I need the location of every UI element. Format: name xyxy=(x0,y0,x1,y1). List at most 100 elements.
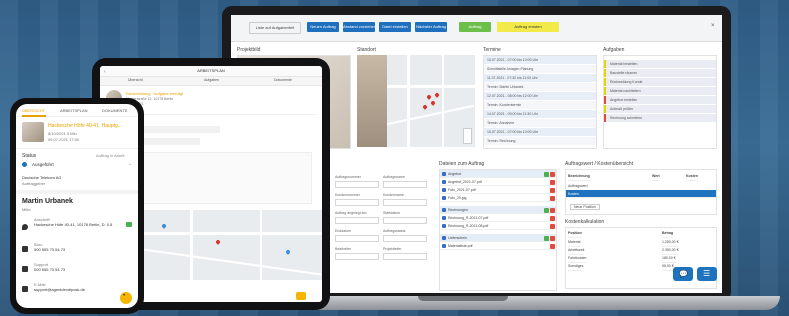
tab-documents[interactable]: DOKUMENTE xyxy=(102,108,128,113)
view-menu[interactable]: Liste auf Aufgabenfelt xyxy=(249,22,301,34)
chat-icon: 💬 xyxy=(679,271,688,278)
divider xyxy=(16,148,138,149)
tab-workplan[interactable]: ARBEITSPLAN xyxy=(60,108,88,113)
appointments-title: Termine xyxy=(483,47,501,53)
list-item[interactable]: Baustelle räumen xyxy=(604,69,716,78)
status-value[interactable]: Ausgeführt xyxy=(32,162,54,167)
create-file-button[interactable]: Datei erstellen xyxy=(379,22,411,32)
appointments-list: 10.07.2021 - 07:00 bis 10:00 Uhr Schnitt… xyxy=(483,55,597,149)
job-thumbnail xyxy=(22,122,44,142)
file-row[interactable]: Foto_20.jpg xyxy=(440,194,556,202)
order-name-field[interactable] xyxy=(383,181,427,188)
location-map[interactable] xyxy=(357,55,475,147)
costs-title: Kostenkalkulation xyxy=(565,219,605,225)
file-row[interactable]: Materialliste.pdf xyxy=(440,242,556,250)
mobile-icon xyxy=(22,266,28,272)
list-item[interactable]: 15.07.2021 - 07:00 bis 10:00 Uhr xyxy=(484,128,596,137)
folder-row[interactable]: Rechnungen xyxy=(440,206,556,214)
address-value[interactable]: Hackesche Höfe 40-41, 10178 Berlin, D. 0… xyxy=(34,222,124,227)
list-icon: ☰ xyxy=(703,269,711,278)
active-tab-indicator xyxy=(22,115,46,117)
list-item[interactable]: Termin: Martin Urbanek xyxy=(484,83,596,92)
folder-row[interactable]: Angebot xyxy=(440,170,556,178)
project-lead-field[interactable] xyxy=(383,253,427,260)
map-pin-icon xyxy=(215,239,221,245)
chat-button[interactable]: 💬 xyxy=(673,267,693,281)
add-position-button[interactable]: Neue Position xyxy=(570,204,600,210)
next-order-button[interactable]: Nächster Auftrag xyxy=(415,22,447,32)
list-item[interactable]: 10.07.2021 - 07:00 bis 10:00 Uhr xyxy=(484,56,596,65)
list-item[interactable]: 14.07.2021 - 09:00 bis 11:30 Uhr xyxy=(484,110,596,119)
job-date: 09.07.2021 17:00 xyxy=(48,137,80,142)
tab-tasks[interactable]: Aufgaben xyxy=(204,78,219,82)
list-item[interactable]: 11.07.2021 - 07:30 bis 11:00 Uhr xyxy=(484,74,596,83)
status-link[interactable]: Auftrag in Arbeit xyxy=(96,153,124,158)
editor-field[interactable] xyxy=(335,253,379,260)
order-dropdown[interactable]: Auftrag ernsten xyxy=(497,22,559,32)
phone-device: ÜBERSICHT ARBEITSPLAN DOKUMENTE Hackesch… xyxy=(10,98,144,314)
job-title: Hackesche Höfe 40-41, Hauptg... xyxy=(48,123,122,129)
support-value[interactable]: 000 555 73 54 73 xyxy=(34,267,65,272)
file-row[interactable]: Rechnung_R-2021-07.pdf xyxy=(440,214,556,222)
file-row[interactable]: Foto_2021-07.pdf xyxy=(440,186,556,194)
list-item[interactable]: Rückmeldung Kunde xyxy=(604,78,716,87)
list-item[interactable]: Material bestellen xyxy=(604,60,716,69)
list-button[interactable]: ☰ xyxy=(697,267,717,281)
zoom-control[interactable] xyxy=(463,128,472,144)
customer-number-field[interactable] xyxy=(335,199,379,206)
table-header: Bezeichnung xyxy=(568,172,590,181)
list-item[interactable]: Termin: Kundentermin xyxy=(484,101,596,110)
list-item[interactable]: Termin: Abnahme xyxy=(484,119,596,128)
phone-value[interactable]: 000 555 73 54 73 xyxy=(34,247,65,252)
chevron-down-icon[interactable]: ⌄ xyxy=(128,161,132,167)
list-item[interactable]: Aufmaß prüfen xyxy=(604,105,716,114)
email-value[interactable]: support@agentdevdiposk.de xyxy=(34,287,85,292)
table-header: Betrag xyxy=(662,229,674,238)
content-card xyxy=(130,152,312,204)
folder-row[interactable]: Lieferschein xyxy=(440,234,556,242)
chat-fab[interactable]: • xyxy=(120,292,132,304)
table-row-selected[interactable]: Kosten xyxy=(566,190,716,198)
file-row[interactable]: Angebot_2021-07.pdf xyxy=(440,178,556,186)
file-row[interactable]: Rechnung_R-2021-08.pdf xyxy=(440,222,556,230)
list-item[interactable]: Rechnung schreiben xyxy=(604,114,716,123)
team-role: Auftraggeber xyxy=(22,181,46,186)
list-item[interactable]: Angebot erstellen xyxy=(604,96,716,105)
order-status-field[interactable] xyxy=(383,235,427,242)
list-item[interactable]: 12.07.2021 - 08:00 bis 12:00 Uhr xyxy=(484,92,596,101)
close-icon[interactable]: × xyxy=(711,23,715,29)
tab-documents[interactable]: Dokumente xyxy=(274,78,292,82)
map-pin-icon xyxy=(426,94,432,100)
form-label: Kundennummer xyxy=(335,193,360,197)
tablet-title: ARBEITSPLAN xyxy=(100,66,322,77)
chat-icon[interactable] xyxy=(296,292,306,300)
form-label: Kundenname xyxy=(383,193,404,197)
order-number-field[interactable] xyxy=(335,181,379,188)
new-order-button[interactable]: Neuen Auftrag xyxy=(307,22,339,32)
order-status-button[interactable]: Auftrag xyxy=(459,22,491,32)
form-label: Auftrag angelegt am xyxy=(335,211,367,215)
tasks-title: Aufgaben xyxy=(603,47,625,53)
location-icon xyxy=(22,224,28,230)
tab-overview[interactable]: Übersicht xyxy=(128,78,143,82)
start-date-field[interactable] xyxy=(383,217,427,224)
status-icon xyxy=(22,162,27,167)
divider xyxy=(16,190,138,194)
orders-title: Auftragswert / Kostenübersicht xyxy=(565,161,634,167)
form-label: Auftragsname xyxy=(383,175,405,179)
end-date-field[interactable] xyxy=(335,235,379,242)
created-date-field[interactable] xyxy=(335,217,379,224)
team-line: Deutsche Telekom AG xyxy=(22,175,62,180)
tab-overview[interactable]: ÜBERSICHT xyxy=(22,108,45,113)
list-item[interactable]: Material nachliefern xyxy=(604,87,716,96)
list-item[interactable]: Schnittstelle Anlagen Planung xyxy=(484,65,596,74)
list-item[interactable]: Termin: Rechnung xyxy=(484,137,596,146)
customer-name-field[interactable] xyxy=(383,199,427,206)
chat-icon: • xyxy=(123,293,126,299)
map-icon[interactable] xyxy=(126,222,132,227)
orders-table: Bezeichnung Wert Kosten Auftragswert Kos… xyxy=(565,169,717,215)
back-icon[interactable]: ‹ xyxy=(104,69,106,75)
schedule-button[interactable]: Abstand vorziehen xyxy=(343,22,375,32)
job-subtitle: 8/10/2021 5 Min xyxy=(48,131,77,136)
table-header: Kosten xyxy=(686,172,698,181)
